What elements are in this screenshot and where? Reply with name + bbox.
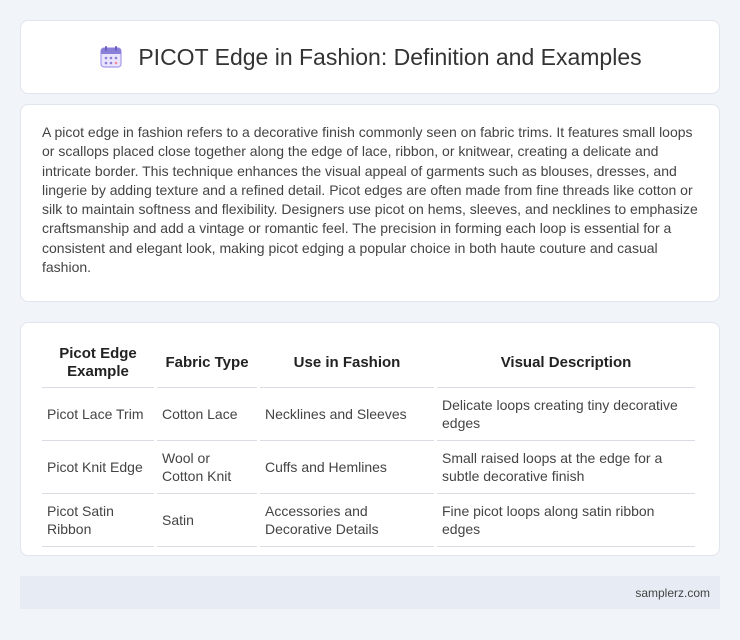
table-cell: Cotton Lace [157,388,257,441]
page-title: PICOT Edge in Fashion: Definition and Ex… [138,43,642,70]
title-card: PICOT Edge in Fashion: Definition and Ex… [20,20,720,94]
column-header: Use in Fashion [260,337,434,388]
table-cell: Picot Lace Trim [42,388,154,441]
footer-site-link[interactable]: samplerz.com [635,586,710,600]
table-cell: Fine picot loops along satin ribbon edge… [437,494,695,547]
title-wrap: PICOT Edge in Fashion: Definition and Ex… [98,43,642,71]
column-header: Visual Description [437,337,695,388]
table-cell: Small raised loops at the edge for a sub… [437,441,695,494]
description-card: A picot edge in fashion refers to a deco… [20,104,720,302]
table-cell: Necklines and Sleeves [260,388,434,441]
table-cell: Accessories and Decorative Details [260,494,434,547]
table-cell: Delicate loops creating tiny decorative … [437,388,695,441]
table-card: Picot Edge Example Fabric Type Use in Fa… [20,322,720,556]
table-header-row: Picot Edge Example Fabric Type Use in Fa… [42,337,695,388]
table-cell: Picot Knit Edge [42,441,154,494]
table-cell: Picot Satin Ribbon [42,494,154,547]
table-cell: Wool or Cotton Knit [157,441,257,494]
table-cell: Cuffs and Hemlines [260,441,434,494]
picot-table: Picot Edge Example Fabric Type Use in Fa… [39,337,698,547]
table-row: Picot Satin Ribbon Satin Accessories and… [42,494,695,547]
column-header: Fabric Type [157,337,257,388]
column-header: Picot Edge Example [42,337,154,388]
table-row: Picot Lace Trim Cotton Lace Necklines an… [42,388,695,441]
table-row: Picot Knit Edge Wool or Cotton Knit Cuff… [42,441,695,494]
calendar-icon [98,45,124,69]
footer: samplerz.com [20,576,720,609]
description-text: A picot edge in fashion refers to a deco… [42,124,698,276]
table-cell: Satin [157,494,257,547]
